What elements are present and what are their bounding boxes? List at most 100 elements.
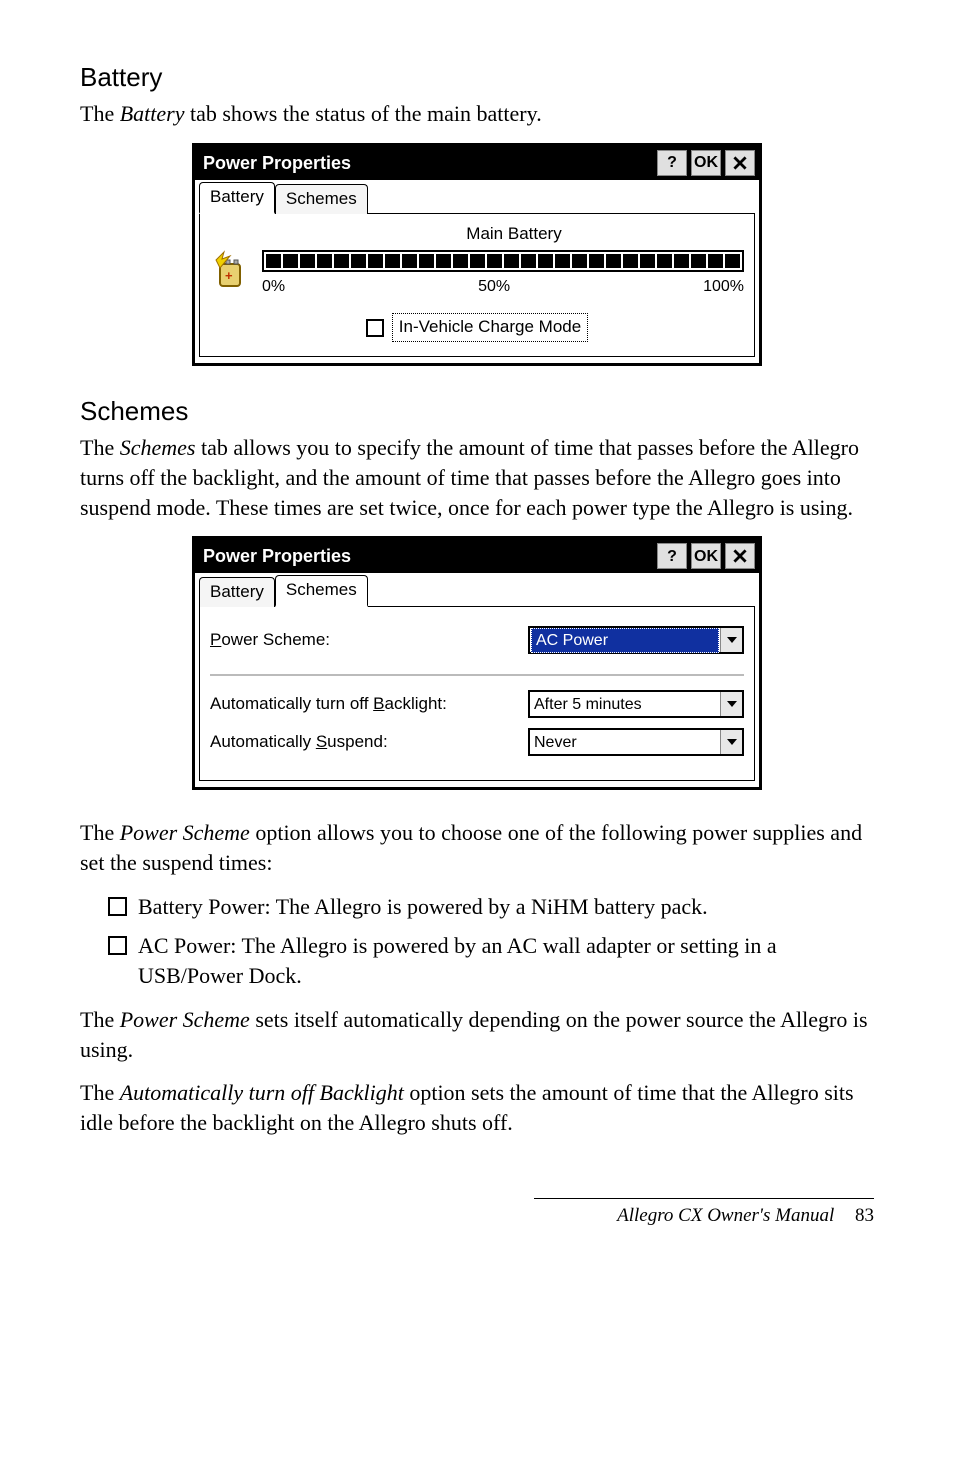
tab-line [368,606,755,607]
suspend-row: Automatically Suspend: Never [210,728,744,756]
pct-50: 50% [478,276,510,298]
dropdown-button[interactable] [720,692,742,716]
list-item: Battery Power: The Allegro is powered by… [108,892,874,922]
meter-segment [385,254,400,268]
dialog-title: Power Properties [203,544,657,568]
tab-content-schemes: Power Scheme: AC Power Automatically tur… [199,606,755,781]
help-button[interactable]: ? [657,543,687,569]
meter-segment [368,254,383,268]
meter-segment [640,254,655,268]
battery-meter [262,250,744,272]
page-number: 83 [855,1205,874,1226]
power-scheme-row: Power Scheme: AC Power [210,626,744,654]
meter-segment [351,254,366,268]
power-scheme-sets-para: The Power Scheme sets itself automatical… [80,1005,874,1064]
titlebar: Power Properties ? OK [195,539,759,573]
text: The [80,101,120,126]
svg-text:+: + [225,268,233,283]
text-emph: Power Scheme [120,820,250,845]
backlight-combo[interactable]: After 5 minutes [528,690,744,718]
meter-segment [657,254,672,268]
pct-0: 0% [262,276,285,298]
schemes-intro: The Schemes tab allows you to specify th… [80,433,874,522]
combo-value: Never [530,731,720,755]
in-vehicle-charge-label: In-Vehicle Charge Mode [392,313,588,342]
checkbox-row: In-Vehicle Charge Mode [210,313,744,342]
meter-segment [708,254,723,268]
suspend-combo[interactable]: Never [528,728,744,756]
meter-segment [623,254,638,268]
tab-battery[interactable]: Battery [199,577,275,607]
tab-row: Battery Schemes [195,573,759,607]
meter-segment [453,254,468,268]
meter-segment [436,254,451,268]
combo-value: AC Power [531,628,719,654]
dropdown-button[interactable] [720,628,742,652]
power-scheme-combo[interactable]: AC Power [528,626,744,654]
text: tab shows the status of the main battery… [184,101,541,126]
close-button[interactable] [725,150,755,176]
text-emph: Automatically turn off Backlight [120,1080,404,1105]
chevron-down-icon [727,701,737,707]
label-text: ower Scheme: [221,630,330,649]
meter-segment [589,254,604,268]
label-text: Automatically turn off [210,694,373,713]
help-button[interactable]: ? [657,150,687,176]
text: tab allows you to specify the amount of … [80,435,859,519]
backlight-row: Automatically turn off Backlight: After … [210,690,744,718]
meter-segment [504,254,519,268]
battery-intro: The Battery tab shows the status of the … [80,99,874,129]
label-text: acklight: [385,694,447,713]
battery-icon: + [210,250,254,294]
meter-segment [538,254,553,268]
close-button[interactable] [725,543,755,569]
close-icon [733,549,747,563]
tab-battery[interactable]: Battery [199,182,275,214]
meter-segment [334,254,349,268]
pct-100: 100% [703,276,744,298]
backlight-label: Automatically turn off Backlight: [210,693,528,716]
label-text: uspend: [327,732,388,751]
dropdown-button[interactable] [720,730,742,754]
meter-segment [266,254,281,268]
meter-segment [674,254,689,268]
meter-segment [419,254,434,268]
power-scheme-option-para: The Power Scheme option allows you to ch… [80,818,874,877]
dialog-title: Power Properties [203,151,657,175]
list-item: AC Power: The Allegro is powered by an A… [108,931,874,990]
text-emph: Schemes [120,435,196,460]
meter-segment [300,254,315,268]
text: The [80,435,120,460]
tab-schemes[interactable]: Schemes [275,575,368,607]
text-emph: Battery [120,101,185,126]
heading-battery: Battery [80,60,874,95]
ok-button[interactable]: OK [691,150,721,176]
page-footer: Allegro CX Owner's Manual 83 [534,1198,874,1229]
chevron-down-icon [727,739,737,745]
auto-backlight-para: The Automatically turn off Backlight opt… [80,1078,874,1137]
mnemonic: B [373,694,384,713]
in-vehicle-charge-checkbox[interactable] [366,319,384,337]
label-text: Automatically [210,732,316,751]
chevron-down-icon [727,637,737,643]
text-emph: Power Scheme [120,1007,250,1032]
combo-value: After 5 minutes [530,693,720,717]
tab-schemes[interactable]: Schemes [275,184,368,214]
text: The [80,1007,120,1032]
meter-segment [470,254,485,268]
main-battery-label: Main Battery [210,223,744,246]
text: The [80,820,120,845]
ok-button[interactable]: OK [691,543,721,569]
tab-line [368,213,755,214]
tab-content-battery: Main Battery + [199,213,755,357]
meter-segment [521,254,536,268]
footer-title: Allegro CX Owner's Manual [617,1205,834,1226]
close-icon [733,156,747,170]
meter-segment [402,254,417,268]
text: The [80,1080,120,1105]
meter-segment [283,254,298,268]
battery-meter-wrap: 0% 50% 100% [262,250,744,298]
meter-segment [606,254,621,268]
meter-segment [725,254,740,268]
mnemonic: S [316,732,327,751]
